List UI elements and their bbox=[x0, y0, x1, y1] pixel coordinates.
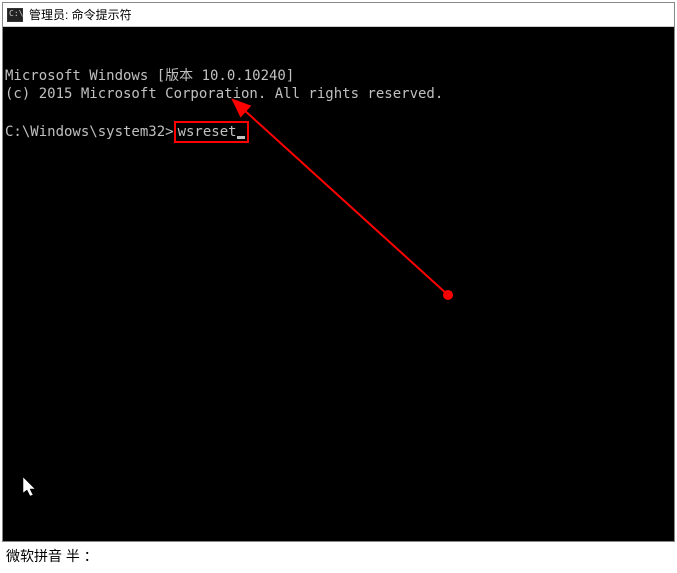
terminal-area[interactable]: Microsoft Windows [版本 10.0.10240](c) 201… bbox=[3, 27, 674, 541]
titlebar[interactable]: 管理员: 命令提示符 bbox=[3, 3, 674, 27]
window-title: 管理员: 命令提示符 bbox=[29, 6, 132, 23]
text-cursor bbox=[237, 136, 245, 139]
prompt-line: C:\Windows\system32>wsreset bbox=[5, 121, 249, 143]
prompt-text: C:\Windows\system32> bbox=[5, 124, 174, 140]
ime-status-bar[interactable]: 微软拼音 半 ： bbox=[4, 545, 100, 567]
cmd-icon bbox=[7, 8, 23, 22]
copyright-line: (c) 2015 Microsoft Corporation. All righ… bbox=[5, 85, 672, 103]
command-text: wsreset bbox=[178, 124, 237, 140]
cmd-window: 管理员: 命令提示符 Microsoft Windows [版本 10.0.10… bbox=[2, 2, 675, 542]
command-highlight: wsreset bbox=[174, 121, 249, 143]
ime-text: 微软拼音 半 ： bbox=[6, 548, 98, 564]
blank-line bbox=[5, 103, 672, 121]
version-line: Microsoft Windows [版本 10.0.10240] bbox=[5, 67, 672, 85]
